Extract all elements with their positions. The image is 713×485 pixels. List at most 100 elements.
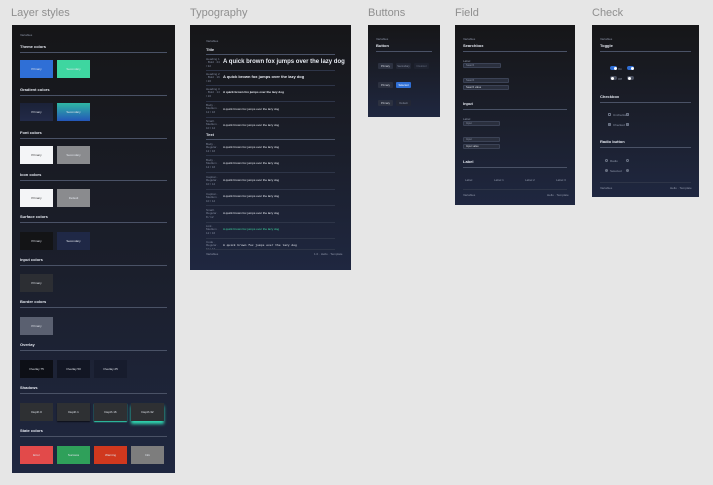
font-colors-heading: Font colors <box>20 130 42 135</box>
toggle-on[interactable] <box>610 66 617 70</box>
toggle-off-2[interactable] <box>627 76 634 80</box>
swatch-state-success[interactable]: Success <box>57 446 90 464</box>
field-frame[interactable]: Variables Searchbox Label Search Search … <box>455 25 575 205</box>
label-item-1: Label 1 <box>494 178 504 182</box>
button-heading: Button <box>376 43 389 48</box>
swatch-state-info[interactable]: Info <box>131 446 164 464</box>
divider <box>20 180 167 181</box>
radio-selected-label: Selected <box>610 169 622 173</box>
type-sample-link[interactable]: A quick brown fox jumps over the lazy do… <box>223 227 279 231</box>
text-input-empty[interactable]: Input <box>463 137 500 142</box>
footer-divider <box>206 249 335 250</box>
swatch-theme-primary[interactable]: Primary <box>20 60 53 78</box>
type-meta: Small · Medium · 10 / 12 <box>206 119 219 130</box>
swatch-overlay-75[interactable]: Overlay 75 <box>20 360 53 378</box>
footer-divider <box>600 182 691 183</box>
swatch-shadow-16[interactable]: Depth 16 <box>94 403 127 421</box>
footer-right: Hello · Template <box>547 193 569 197</box>
searchbox-heading: Searchbox <box>463 43 484 48</box>
label-heading: Label <box>463 159 474 164</box>
swatch-surface-secondary[interactable]: Secondary <box>57 232 90 250</box>
button-disabled[interactable]: Disabled <box>414 63 429 69</box>
type-meta: Body · Medium · 12 / 16 <box>206 103 219 114</box>
frame-header: Variables <box>600 37 613 41</box>
footer-left: Variables <box>463 193 476 197</box>
button-secondary[interactable]: Secondary <box>396 63 411 69</box>
check-frame[interactable]: Variables Toggle On Off Checkbox Uncheck… <box>592 25 699 197</box>
theme-colors-heading: Theme colors <box>20 44 47 49</box>
typography-frame[interactable]: Variables Title Heading 1 · Bold · 24 / … <box>190 25 351 270</box>
swatch-gradient-primary[interactable]: Primary <box>20 103 53 121</box>
buttons-frame[interactable]: Variables Button Primary Secondary Disab… <box>368 25 440 117</box>
radio-unselected-2[interactable] <box>626 159 629 162</box>
type-meta: Body · Medium · 12 / 16 <box>206 158 219 169</box>
type-sample-body: A quick brown fox jumps over the lazy do… <box>223 107 280 111</box>
toggle-on-2[interactable] <box>627 66 634 70</box>
swatch-state-error[interactable]: Error <box>20 446 53 464</box>
swatch-theme-secondary[interactable]: Secondary <box>57 60 90 78</box>
divider <box>20 307 167 308</box>
type-meta: Caption · Regular · 10 / 12 <box>206 175 219 186</box>
frame-title-field: Field <box>455 7 479 19</box>
type-meta: Link · Medium · 12 / 16 <box>206 224 219 235</box>
toggle-on-label: On <box>618 67 623 71</box>
radio-selected[interactable] <box>605 169 608 172</box>
frame-header: Variables <box>206 39 219 43</box>
frame-header: Variables <box>20 33 33 37</box>
divider <box>20 138 167 139</box>
divider <box>206 189 335 190</box>
type-meta: Heading 1 · Bold · 24 / 32 <box>206 57 220 68</box>
type-sample-text-1: A quick brown fox jumps over the lazy do… <box>223 145 280 149</box>
swatch-shadow-32[interactable]: Depth 32 <box>131 403 164 421</box>
button-primary-3[interactable]: Primary <box>378 100 393 106</box>
type-sample-code: A quick brown fox jumps over the lazy do… <box>223 244 297 247</box>
swatch-font-secondary[interactable]: Secondary <box>57 146 90 164</box>
border-colors-heading: Border colors <box>20 299 47 304</box>
text-input[interactable]: Input <box>463 121 500 126</box>
swatch-icon-primary[interactable]: Primary <box>20 189 53 207</box>
checkbox-checked[interactable] <box>608 123 611 126</box>
type-sample-heading-2: A quick brown fox jumps over the lazy do… <box>223 74 305 79</box>
swatch-surface-primary[interactable]: Primary <box>20 232 53 250</box>
frame-title-check: Check <box>592 7 624 19</box>
swatch-state-warning[interactable]: Warning <box>94 446 127 464</box>
toggle-off-label: Off <box>618 77 622 81</box>
toggle-off[interactable] <box>610 76 617 80</box>
swatch-shadow-1[interactable]: Depth 1 <box>57 403 90 421</box>
footer-right: 1.0 · Hello · Template <box>314 252 343 256</box>
swatch-border-primary[interactable]: Primary <box>20 317 53 335</box>
swatch-overlay-25[interactable]: Overlay 25 <box>94 360 127 378</box>
checkbox-unchecked[interactable] <box>608 113 611 116</box>
swatch-gradient-secondary[interactable]: Secondary <box>57 103 90 121</box>
surface-colors-heading: Surface colors <box>20 214 48 219</box>
button-selected[interactable]: Selected <box>396 82 411 88</box>
button-primary[interactable]: Primary <box>378 63 393 69</box>
divider <box>20 436 167 437</box>
button-default[interactable]: Default <box>396 100 411 106</box>
checkbox-unchecked-2[interactable] <box>626 113 629 116</box>
divider <box>206 54 335 55</box>
swatch-overlay-50[interactable]: Overlay 50 <box>57 360 90 378</box>
radio-heading: Radio button <box>600 139 625 144</box>
footer-left: Variables <box>206 252 219 256</box>
search-input-filled[interactable]: Search value <box>463 85 509 90</box>
swatch-font-primary[interactable]: Primary <box>20 146 53 164</box>
radio-unselected[interactable] <box>605 159 608 162</box>
radio-selected-2[interactable] <box>626 169 629 172</box>
swatch-input-primary[interactable]: Primary <box>20 274 53 292</box>
search-input[interactable]: Search <box>463 63 501 68</box>
layer-styles-frame[interactable]: Variables Theme colors Primary Secondary… <box>12 25 175 473</box>
text-input-filled[interactable]: Input value <box>463 144 500 149</box>
search-input-empty[interactable]: Search <box>463 78 509 83</box>
checkbox-checked-2[interactable] <box>626 123 629 126</box>
overlay-heading: Overlay <box>20 342 35 347</box>
button-primary-2[interactable]: Primary <box>378 82 393 88</box>
title-heading: Title <box>206 47 215 52</box>
divider <box>206 238 335 239</box>
divider <box>206 139 335 140</box>
swatch-icon-default[interactable]: Default <box>57 189 90 207</box>
divider <box>206 155 335 156</box>
frame-header: Variables <box>376 37 389 41</box>
swatch-shadow-0[interactable]: Depth 0 <box>20 403 53 421</box>
icon-colors-heading: Icon colors <box>20 172 42 177</box>
